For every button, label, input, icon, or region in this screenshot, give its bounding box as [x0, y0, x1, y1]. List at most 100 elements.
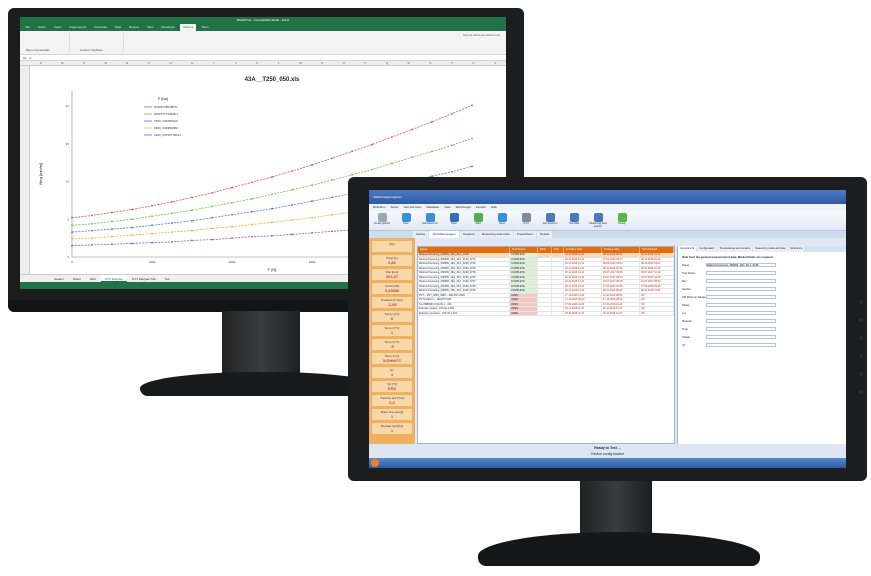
tab-measuring-data-table[interactable]: Measuring data table — [478, 231, 513, 238]
menu-item-view[interactable]: View — [444, 204, 450, 211]
toolbar-button[interactable]: Open — [445, 213, 463, 228]
tell-me-box[interactable]: Tell me what you want to do — [134, 33, 500, 52]
ribbon-tab-insert[interactable]: Insert — [51, 24, 65, 31]
ribbon-tab-view[interactable]: View — [144, 24, 156, 31]
tab-graphics[interactable]: Graphics — [459, 231, 478, 238]
field-input[interactable] — [706, 343, 776, 347]
data-point — [111, 211, 113, 214]
toolbar-icon — [377, 213, 387, 222]
sheet-tab[interactable]: PVT Diagram — [101, 275, 128, 282]
menu-item-definition[interactable]: Definition — [373, 204, 386, 211]
live-value-cell: Temp 1 [°C] 0 — [372, 311, 412, 322]
field-input[interactable] — [706, 327, 776, 331]
data-point — [431, 150, 433, 153]
tests-grid[interactable]: Name Test Status Stnd. Run Creation date Chan… — [417, 246, 675, 444]
table-cell: 17.10.2016 08:12 — [564, 298, 602, 302]
ribbon-tab-team[interactable]: Team — [198, 24, 211, 31]
field-input[interactable] — [706, 311, 776, 315]
table-cell: Extrusion speed - 100-30-1-001 — [418, 307, 510, 311]
table-cell — [552, 275, 564, 279]
table-cell: 20.11.2016 14:11 — [564, 271, 602, 275]
ribbon-tab-formulas[interactable]: Formulas — [91, 24, 110, 31]
data-point — [311, 200, 313, 203]
table-cell: 28.11.2016 08:41 — [602, 289, 640, 293]
sheet-tab[interactable]: PVT Diagram Tab — [128, 275, 160, 282]
field-input[interactable] — [706, 279, 776, 283]
ribbon-tab-home[interactable]: Home — [35, 24, 49, 31]
sheet-tab[interactable]: Wert — [86, 275, 100, 282]
details-tab[interactable]: Reference — [788, 246, 805, 252]
toolbar-button[interactable]: New — [397, 213, 415, 228]
ribbon-tab-add-ins[interactable]: Add-ins — [180, 24, 197, 31]
table-cell — [538, 302, 552, 306]
menu-item-werkzeuge[interactable]: Werkzeuge — [456, 204, 471, 211]
data-point — [251, 210, 253, 213]
tab-details[interactable]: Details — [536, 231, 553, 238]
menu-item-hilfe[interactable]: Hilfe — [491, 204, 497, 211]
data-point — [411, 128, 413, 131]
data-point — [71, 224, 73, 227]
details-panel: General info Configuration Temperatures an… — [677, 246, 846, 444]
legend-entry: 0051577C0480L1 — [154, 112, 178, 116]
table-cell: COMPLETE — [510, 262, 538, 266]
ribbon-tab-page-layout[interactable]: Page Layout — [66, 24, 89, 31]
details-tab[interactable]: General info — [678, 246, 697, 252]
tab-tests-messungen[interactable]: Tests/Messungen — [429, 231, 459, 238]
toolbar-icon — [425, 213, 435, 222]
sheet-tab[interactable]: Daten — [69, 275, 85, 282]
sheet-tab[interactable]: Header — [50, 275, 68, 282]
toolbar-button[interactable]: Test Data — [565, 213, 583, 228]
data-point — [311, 164, 313, 166]
data-point — [291, 233, 293, 236]
details-field: Material — [682, 318, 842, 324]
live-value: 392,37 — [385, 274, 399, 279]
field-input[interactable] — [706, 295, 776, 299]
field-input[interactable] — [706, 287, 776, 291]
column-header: C — [83, 61, 86, 65]
table-cell — [538, 298, 552, 302]
toolbar-button[interactable]: Data Records — [421, 213, 439, 228]
toolbar-button[interactable]: Print — [517, 213, 535, 228]
data-point — [391, 162, 393, 165]
menu-item-database[interactable]: Database — [426, 204, 439, 211]
table-cell — [552, 266, 564, 270]
ribbon-tab-file[interactable]: File — [22, 24, 33, 31]
toolbar-button[interactable]: Create graphic — [373, 213, 391, 228]
sheet-tab[interactable]: Tab — [161, 275, 174, 282]
toolbar-button[interactable]: Ready — [613, 213, 631, 228]
toolbar-button[interactable]: Test Graphics — [541, 213, 559, 228]
menu-item-setup[interactable]: Setup — [391, 204, 399, 211]
toolbar-icon — [449, 213, 459, 222]
details-field: UM Warmup Range — [682, 294, 842, 300]
details-tab[interactable]: Configuration — [697, 246, 717, 252]
details-tab[interactable]: Temperatures and sensors — [717, 246, 753, 252]
data-point — [451, 144, 453, 147]
field-input[interactable] — [706, 335, 776, 339]
field-label: Lot — [682, 311, 686, 315]
name-box[interactable]: A1 — [23, 56, 27, 60]
ribbon-tab-developer[interactable]: Developer — [158, 24, 178, 31]
table-cell: COMPLETE — [510, 280, 538, 284]
start-button[interactable] — [371, 459, 379, 467]
menu-item-fenster[interactable]: Fenster — [476, 204, 486, 211]
field-input[interactable] — [706, 271, 776, 275]
toolbar-icon — [545, 213, 555, 222]
field-input[interactable]: Referenzmessung_090450_19G_30-1_0128 — [706, 263, 776, 267]
data-point — [331, 157, 333, 160]
column-headers: A B C D E F G H I J K L M N O P Q R S T U V — [20, 61, 506, 66]
field-input[interactable] — [706, 303, 776, 307]
live-values-panel: Stop Press [s] 2,80 Run [mm] 392,37 Current [… — [369, 238, 415, 444]
tab-powermeter[interactable]: PowerMeter — [513, 231, 536, 238]
field-input[interactable] — [706, 319, 776, 323]
toolbar-button[interactable]: Start — [469, 213, 487, 228]
toolbar-button[interactable]: Save — [493, 213, 511, 228]
table-row[interactable]: Extrusion pressure - 100-30-1-001 OPEN 20.… — [418, 311, 674, 316]
column-header: H — [191, 61, 194, 65]
ribbon-tab-review[interactable]: Review — [126, 24, 142, 31]
menu-item-test-services[interactable]: Test-Services — [403, 204, 421, 211]
ribbon-tab-data[interactable]: Data — [112, 24, 124, 31]
table-cell: Referenzmessung_090450_19G_30-1_0128_071… — [418, 271, 510, 275]
details-tab[interactable]: Measuring mode and data — [753, 246, 788, 252]
tab-setting[interactable]: Setting — [413, 231, 429, 238]
toolbar-button[interactable]: Measuring data graphic — [589, 213, 607, 228]
